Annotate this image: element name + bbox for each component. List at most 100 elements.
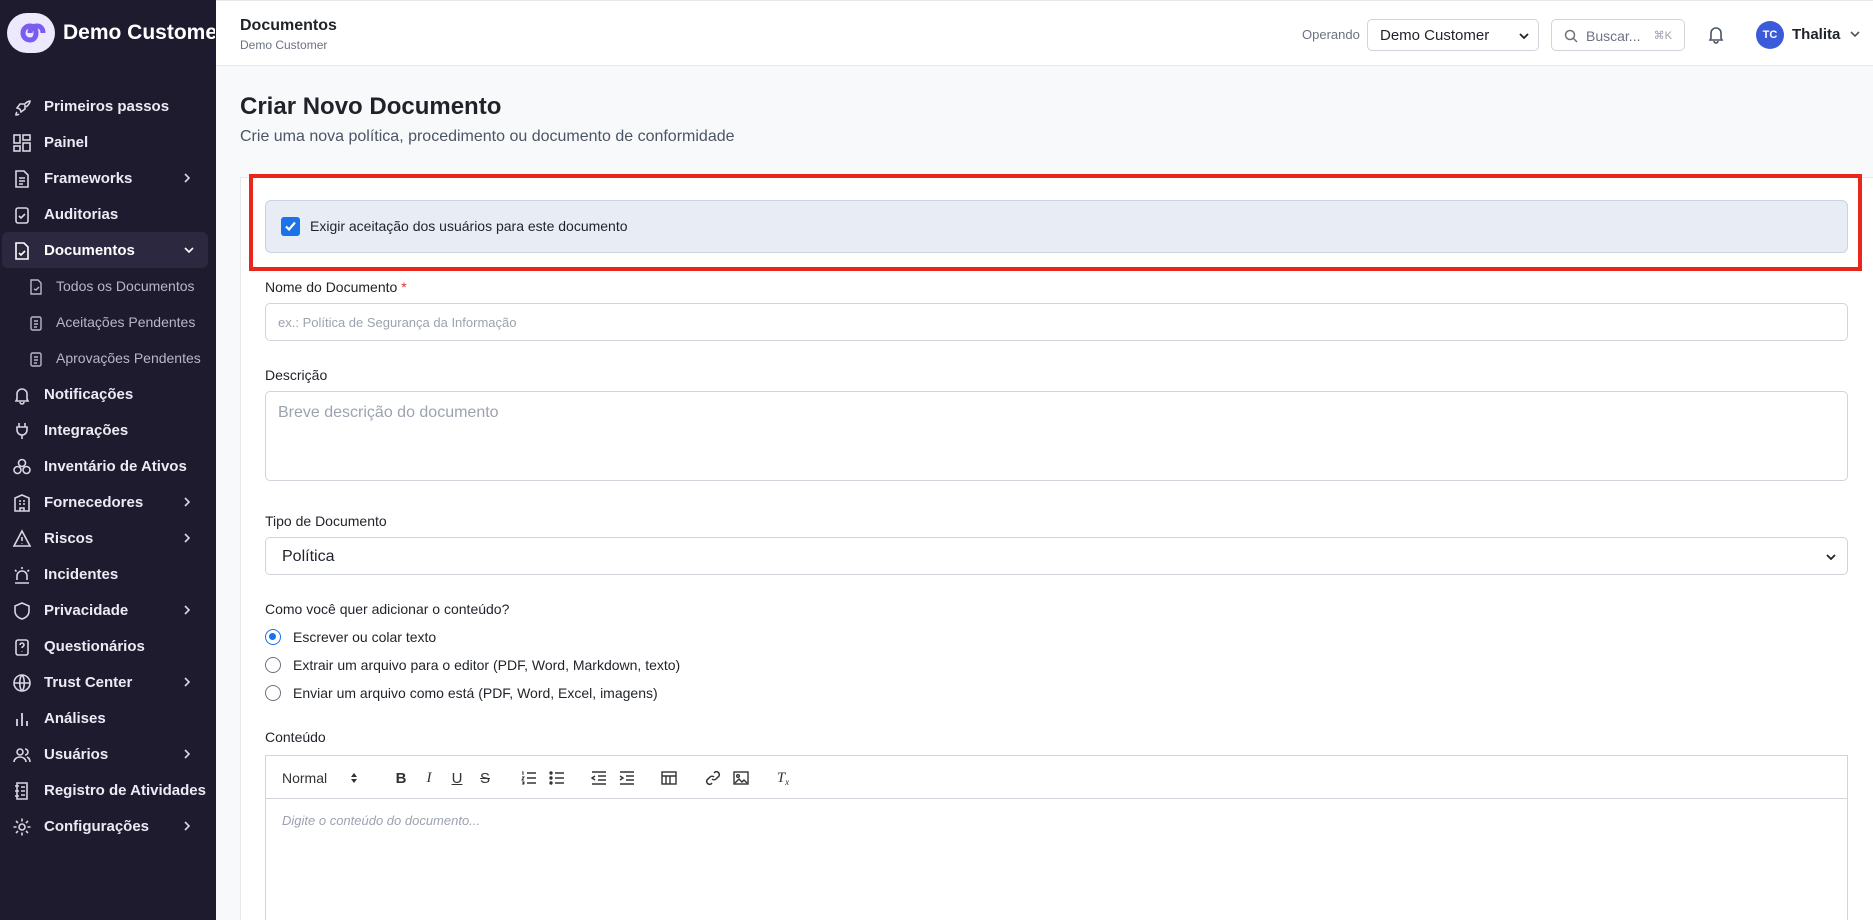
sidebar-item-label: Integrações: [44, 422, 129, 439]
brand-logo-icon: [7, 13, 55, 53]
sidebar-item-label: Aceitações Pendentes: [56, 314, 196, 330]
bell-icon[interactable]: [1706, 24, 1726, 44]
radio-button[interactable]: [265, 657, 281, 673]
search-button[interactable]: Buscar... ⌘K: [1551, 19, 1685, 51]
shield-icon: [14, 602, 30, 620]
sidebar-item-questionarios[interactable]: Questionários: [0, 628, 216, 664]
sidebar-item-inventario-ativos[interactable]: Inventário de Ativos: [0, 448, 216, 484]
sidebar-item-notificacoes[interactable]: Notificações: [0, 376, 216, 412]
content-label: Conteúdo: [265, 729, 326, 745]
avatar[interactable]: TC: [1756, 21, 1784, 49]
sidebar-item-aceitacoes-pendentes[interactable]: Aceitações Pendentes: [0, 304, 216, 340]
content-method-extract-option[interactable]: Extrair um arquivo para o editor (PDF, W…: [265, 655, 680, 675]
sidebar-item-label: Painel: [44, 134, 89, 151]
chevron-right-icon: [184, 749, 191, 759]
header-subtitle: Demo Customer: [240, 38, 328, 52]
clear-format-icon[interactable]: Tx: [774, 768, 792, 788]
sidebar-item-painel[interactable]: Painel: [0, 124, 216, 160]
content-method-upload-option[interactable]: Enviar um arquivo como está (PDF, Word, …: [265, 683, 658, 703]
sidebar-item-trust-center[interactable]: Trust Center: [0, 664, 216, 700]
editor-toolbar: Normal B I U S Tx: [266, 756, 1847, 799]
style-picker[interactable]: Normal: [282, 768, 372, 788]
sidebar-item-privacidade[interactable]: Privacidade: [0, 592, 216, 628]
clipboard-icon: [30, 316, 42, 331]
search-shortcut: ⌘K: [1653, 30, 1672, 42]
sidebar-item-label: Documentos: [44, 242, 135, 259]
brand[interactable]: Demo Customer: [0, 0, 216, 66]
dashboard-icon: [13, 134, 31, 152]
italic-icon[interactable]: I: [420, 768, 438, 788]
sidebar: Demo Customer Primeiros passos Painel Fr…: [0, 0, 216, 920]
bar-chart-icon: [16, 713, 28, 726]
chevron-right-icon: [184, 173, 191, 183]
required-mark: *: [401, 279, 407, 295]
sidebar-item-documentos[interactable]: Documentos: [2, 232, 208, 268]
sidebar-item-todos-documentos[interactable]: Todos os Documentos: [0, 268, 216, 304]
sidebar-item-label: Análises: [44, 710, 106, 727]
radio-label: Extrair um arquivo para o editor (PDF, W…: [293, 657, 681, 673]
name-label: Nome do Documento *: [265, 279, 407, 295]
sidebar-item-label: Incidentes: [44, 566, 119, 583]
table-icon[interactable]: [660, 768, 678, 788]
users-icon: [13, 748, 31, 763]
require-acceptance-checkbox[interactable]: [281, 217, 300, 236]
sidebar-item-riscos[interactable]: Riscos: [0, 520, 216, 556]
bullet-list-icon[interactable]: [548, 768, 566, 788]
sidebar-item-label: Privacidade: [44, 602, 129, 619]
sidebar-item-label: Notificações: [44, 386, 134, 403]
name-placeholder: ex.: Política de Segurança da Informação: [278, 315, 517, 330]
radio-button[interactable]: [265, 685, 281, 701]
sidebar-item-frameworks[interactable]: Frameworks: [0, 160, 216, 196]
updown-icon: [351, 773, 357, 783]
siren-icon: [14, 567, 30, 584]
sidebar-item-fornecedores[interactable]: Fornecedores: [0, 484, 216, 520]
sidebar-item-primeiros-passos[interactable]: Primeiros passos: [0, 88, 216, 124]
sidebar-item-label: Usuários: [44, 746, 109, 763]
warning-icon: [12, 529, 32, 547]
brand-name: Demo Customer: [63, 21, 215, 44]
document-name-input[interactable]: ex.: Política de Segurança da Informação: [265, 303, 1848, 341]
outdent-icon[interactable]: [590, 768, 608, 788]
sidebar-item-auditorias[interactable]: Auditorias: [0, 196, 216, 232]
page-subtitle: Crie uma nova política, procedimento ou …: [240, 128, 735, 145]
clipboard-check-icon: [15, 207, 29, 224]
require-acceptance-box[interactable]: Exigir aceitação dos usuários para este …: [265, 200, 1848, 253]
chevron-down-icon[interactable]: [1849, 28, 1861, 40]
sidebar-item-analises[interactable]: Análises: [0, 700, 216, 736]
clipboard-icon: [30, 352, 42, 367]
operating-value: Demo Customer: [1380, 26, 1490, 44]
sidebar-item-aprovacoes-pendentes[interactable]: Aprovações Pendentes: [0, 340, 216, 376]
strikethrough-icon[interactable]: S: [476, 768, 494, 788]
chevron-down-icon: [184, 247, 194, 254]
image-icon[interactable]: [732, 768, 750, 788]
underline-icon[interactable]: U: [448, 768, 466, 788]
user-name[interactable]: Thalita: [1792, 26, 1840, 43]
sidebar-item-label: Inventário de Ativos: [44, 458, 187, 475]
chevron-right-icon: [184, 533, 191, 543]
type-label: Tipo de Documento: [265, 513, 387, 529]
indent-icon[interactable]: [618, 768, 636, 788]
sidebar-item-label: Registro de Atividades: [44, 782, 206, 799]
sidebar-item-integracoes[interactable]: Integrações: [0, 412, 216, 448]
operating-select[interactable]: Demo Customer: [1367, 19, 1539, 51]
page-title: Criar Novo Documento: [240, 93, 502, 120]
sidebar-item-label: Primeiros passos: [44, 98, 170, 115]
link-icon[interactable]: [704, 768, 722, 788]
chevron-right-icon: [184, 605, 191, 615]
radio-button[interactable]: [265, 629, 281, 645]
description-textarea[interactable]: Breve descrição do documento: [265, 391, 1848, 481]
sidebar-item-label: Frameworks: [44, 170, 133, 187]
sidebar-item-configuracoes[interactable]: Configurações: [0, 808, 216, 844]
content-method-write-option[interactable]: Escrever ou colar texto: [265, 627, 436, 647]
bell-icon: [14, 388, 30, 405]
plug-icon: [16, 423, 28, 439]
sidebar-item-usuarios[interactable]: Usuários: [0, 736, 216, 772]
document-type-select[interactable]: Política: [265, 537, 1848, 575]
name-label-text: Nome do Documento: [265, 279, 398, 295]
sidebar-item-incidentes[interactable]: Incidentes: [0, 556, 216, 592]
sidebar-item-label: Trust Center: [44, 674, 133, 691]
bold-icon[interactable]: B: [392, 768, 410, 788]
ordered-list-icon[interactable]: [520, 768, 538, 788]
header-title: Documentos: [240, 17, 337, 34]
sidebar-item-registro-atividades[interactable]: Registro de Atividades: [0, 772, 216, 808]
